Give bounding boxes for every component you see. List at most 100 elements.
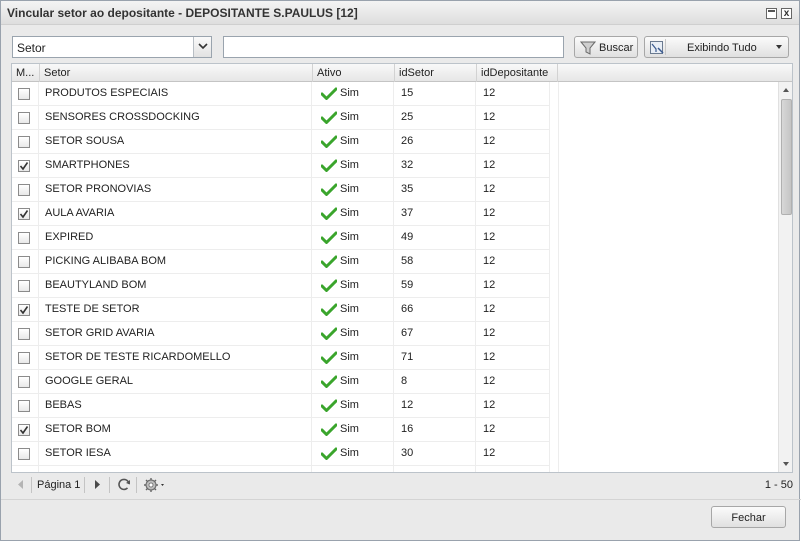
- checkbox-cell[interactable]: [12, 298, 39, 322]
- checkbox-cell[interactable]: [12, 466, 39, 472]
- table-row[interactable]: SENSORES CROSSDOCKING Sim 25 12: [12, 106, 550, 130]
- ativo-value: Sim: [340, 375, 359, 387]
- green-check-icon: [320, 111, 338, 127]
- checkbox-cell[interactable]: [12, 418, 39, 442]
- table-row[interactable]: SETOR SOUSA Sim 26 12: [12, 130, 550, 154]
- table-row[interactable]: BEAUTYLAND BOM Sim 59 12: [12, 274, 550, 298]
- green-check-icon: [320, 135, 338, 151]
- column-header-ativo[interactable]: Ativo: [313, 64, 395, 82]
- prev-page-icon[interactable]: [17, 479, 25, 493]
- checkbox-cell[interactable]: [12, 442, 39, 466]
- search-button[interactable]: Buscar: [574, 36, 638, 58]
- search-input[interactable]: [223, 36, 564, 58]
- paging-toolbar: Página 1 1 - 50: [11, 473, 793, 497]
- row-checkbox[interactable]: [18, 112, 30, 124]
- checkbox-cell[interactable]: [12, 178, 39, 202]
- column-header-idsetor[interactable]: idSetor: [395, 64, 477, 82]
- table-row[interactable]: EXPIRED Sim 49 12: [12, 226, 550, 250]
- title-bar[interactable]: Vincular setor ao depositante - DEPOSITA…: [1, 1, 799, 25]
- idsetor-cell: 58: [395, 250, 476, 274]
- setor-cell: SETOR IESA: [40, 442, 312, 466]
- filter-dropdown-button[interactable]: Exibindo Tudo: [644, 36, 789, 58]
- chevron-down-icon[interactable]: [193, 37, 211, 57]
- table-row[interactable]: SETOR PRONOVIAS Sim 35 12: [12, 178, 550, 202]
- close-button[interactable]: Fechar: [711, 506, 786, 528]
- ativo-cell: Sim: [313, 202, 394, 226]
- table-row[interactable]: PICKING ALIBABA BOM Sim 58 12: [12, 250, 550, 274]
- table-row[interactable]: SETOR DE TESTE RICARDOMELLO Sim 71 12: [12, 346, 550, 370]
- maximize-icon[interactable]: [766, 8, 777, 19]
- iddepositante-cell: 12: [477, 298, 550, 322]
- checkbox-cell[interactable]: [12, 370, 39, 394]
- setor-cell: BEAUTYLAND BOM: [40, 274, 312, 298]
- row-checkbox[interactable]: [18, 328, 30, 340]
- table-row[interactable]: AULA AVARIA Sim 37 12: [12, 202, 550, 226]
- checkbox-cell[interactable]: [12, 106, 39, 130]
- setor-cell: [40, 466, 312, 472]
- ativo-cell: Sim: [313, 106, 394, 130]
- row-checkbox[interactable]: [18, 88, 30, 100]
- iddepositante-cell: 12: [477, 274, 550, 298]
- ativo-value: Sim: [340, 207, 359, 219]
- dialog-window: Vincular setor ao depositante - DEPOSITA…: [0, 0, 801, 541]
- row-checkbox[interactable]: [18, 256, 30, 268]
- row-checkbox[interactable]: [18, 352, 30, 364]
- green-check-icon: [320, 255, 338, 271]
- ativo-value: Sim: [340, 279, 359, 291]
- column-header-mark[interactable]: M...: [12, 64, 40, 82]
- checkbox-cell[interactable]: [12, 274, 39, 298]
- scroll-up-icon[interactable]: [783, 88, 789, 92]
- row-checkbox[interactable]: [18, 160, 30, 172]
- table-row[interactable]: SETOR BOM Sim 16 12: [12, 418, 550, 442]
- row-checkbox[interactable]: [18, 184, 30, 196]
- table-row[interactable]: SMARTPHONES Sim 32 12: [12, 154, 550, 178]
- table-row[interactable]: TESTE DE SETOR Sim 66 12: [12, 298, 550, 322]
- row-checkbox[interactable]: [18, 376, 30, 388]
- table-row[interactable]: PRODUTOS ESPECIAIS Sim 15 12: [12, 82, 550, 106]
- table-row[interactable]: GOOGLE GERAL Sim 8 12: [12, 370, 550, 394]
- row-checkbox[interactable]: [18, 448, 30, 460]
- ativo-value: Sim: [340, 87, 359, 99]
- table-row[interactable]: [12, 466, 550, 472]
- row-checkbox[interactable]: [18, 280, 30, 292]
- ativo-cell: Sim: [313, 346, 394, 370]
- field-select[interactable]: Setor: [12, 36, 212, 58]
- checkbox-cell[interactable]: [12, 130, 39, 154]
- table-row[interactable]: BEBAS Sim 12 12: [12, 394, 550, 418]
- iddepositante-cell: 12: [477, 106, 550, 130]
- table-row[interactable]: SETOR IESA Sim 30 12: [12, 442, 550, 466]
- setor-cell: PRODUTOS ESPECIAIS: [40, 82, 312, 106]
- idsetor-cell: 66: [395, 298, 476, 322]
- row-checkbox[interactable]: [18, 400, 30, 412]
- iddepositante-cell: 12: [477, 394, 550, 418]
- table-row[interactable]: SETOR GRID AVARIA Sim 67 12: [12, 322, 550, 346]
- row-checkbox[interactable]: [18, 424, 30, 436]
- close-icon[interactable]: x: [781, 8, 792, 19]
- checkbox-cell[interactable]: [12, 394, 39, 418]
- green-check-icon: [320, 231, 338, 247]
- checkbox-cell[interactable]: [12, 154, 39, 178]
- grid-header: M... Setor Ativo idSetor idDepositante: [12, 64, 792, 82]
- row-checkbox[interactable]: [18, 208, 30, 220]
- scroll-down-icon[interactable]: [783, 462, 789, 466]
- ativo-value: Sim: [340, 327, 359, 339]
- checkbox-cell[interactable]: [12, 250, 39, 274]
- row-checkbox[interactable]: [18, 304, 30, 316]
- row-checkbox[interactable]: [18, 232, 30, 244]
- scrollbar-thumb[interactable]: [781, 99, 792, 215]
- idsetor-cell: 49: [395, 226, 476, 250]
- refresh-icon[interactable]: [116, 477, 132, 496]
- checkbox-cell[interactable]: [12, 322, 39, 346]
- row-checkbox[interactable]: [18, 136, 30, 148]
- next-page-icon[interactable]: [93, 479, 101, 493]
- idsetor-cell: 71: [395, 346, 476, 370]
- column-header-iddepositante[interactable]: idDepositante: [477, 64, 558, 82]
- checkbox-cell[interactable]: [12, 82, 39, 106]
- gear-icon[interactable]: [143, 477, 169, 496]
- checkbox-cell[interactable]: [12, 202, 39, 226]
- checkbox-cell[interactable]: [12, 346, 39, 370]
- vertical-scrollbar[interactable]: [778, 82, 792, 472]
- checkbox-cell[interactable]: [12, 226, 39, 250]
- search-button-label: Buscar: [599, 42, 634, 54]
- column-header-setor[interactable]: Setor: [40, 64, 313, 82]
